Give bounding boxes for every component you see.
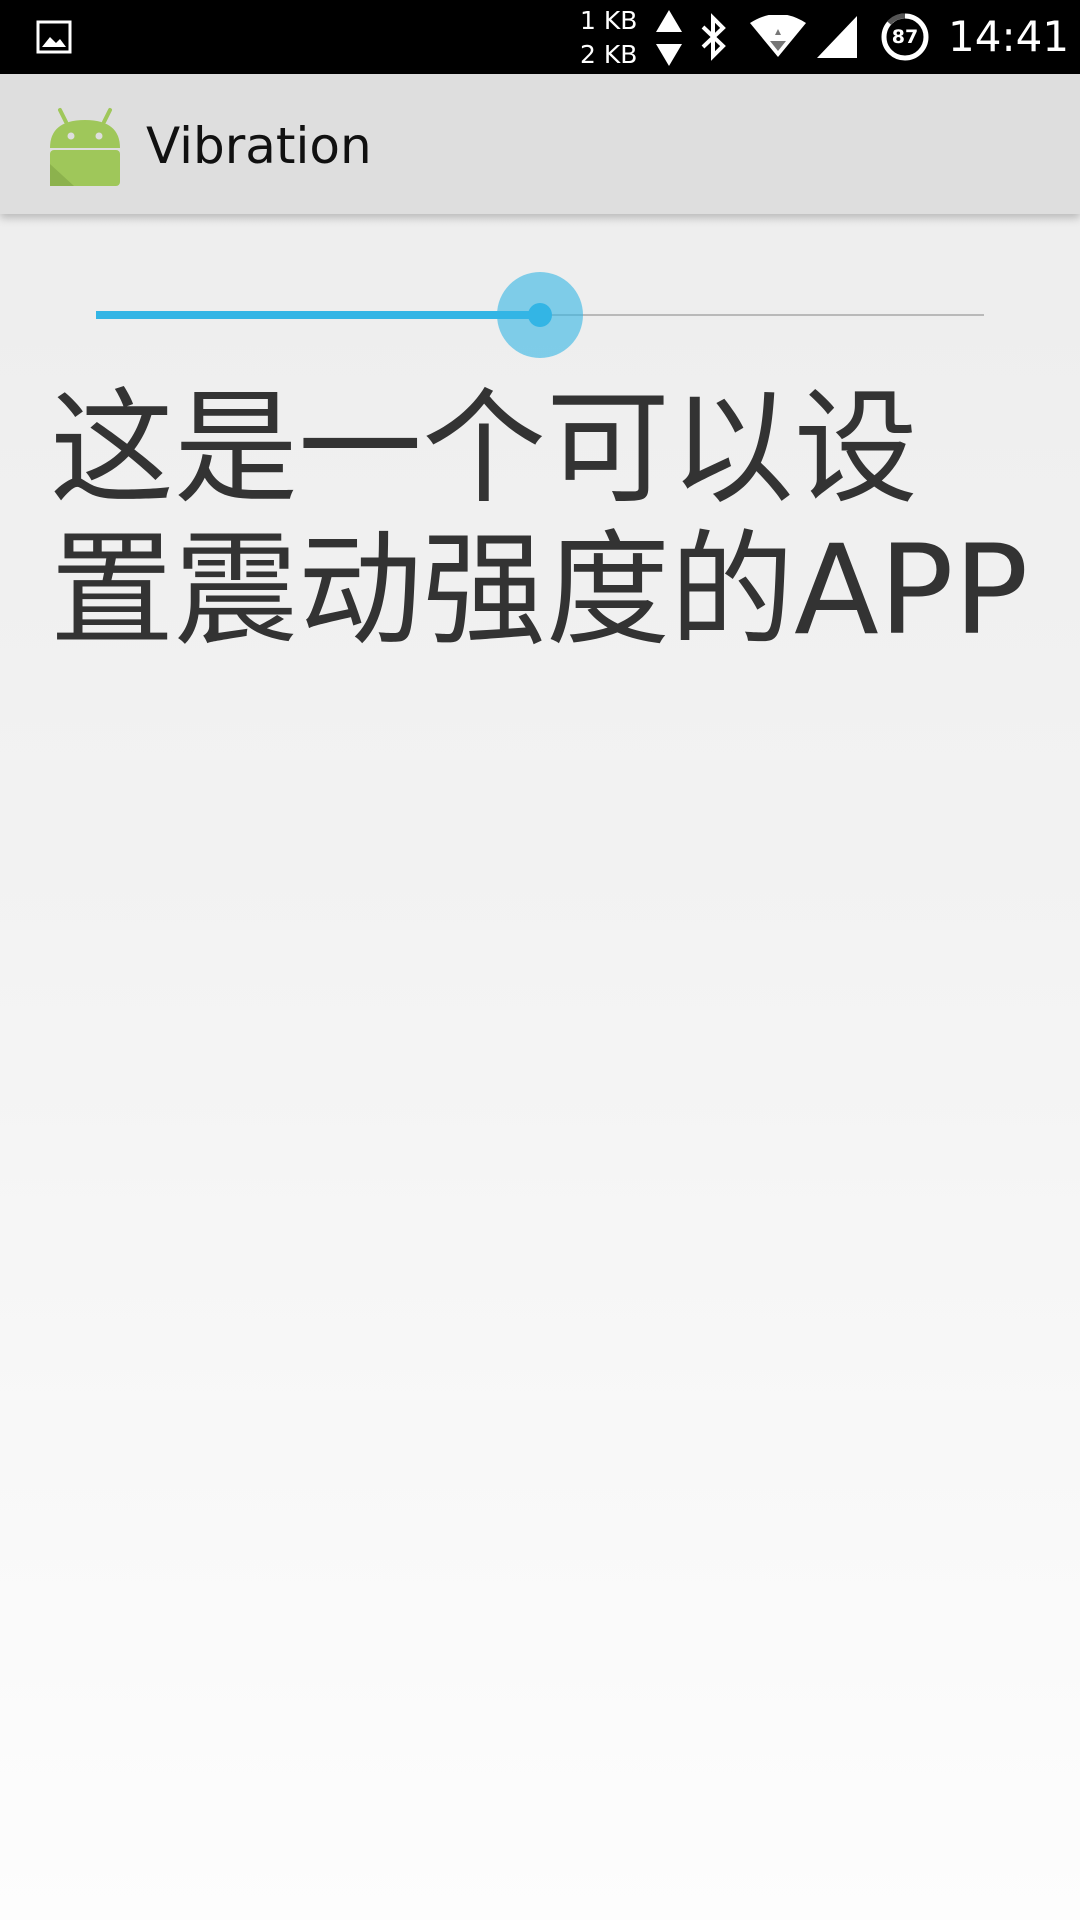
download-rate: 2 KB	[580, 40, 638, 69]
vibration-strength-seekbar[interactable]	[96, 270, 984, 360]
battery-level: 87	[891, 26, 919, 48]
download-arrow-icon	[654, 42, 684, 72]
description-text: 这是一个可以设置震动强度的APP	[50, 377, 1029, 663]
bluetooth-icon	[697, 13, 731, 65]
seekbar-progress	[96, 311, 540, 319]
upload-rate: 1 KB	[580, 6, 638, 35]
action-bar: Vibration	[0, 74, 1080, 214]
seekbar-thumb[interactable]	[528, 303, 552, 327]
status-bar: 1 KB 2 KB 87 14:41	[0, 0, 1080, 74]
status-time: 14:41	[948, 12, 1070, 61]
upload-arrow-icon	[654, 8, 684, 38]
wifi-icon	[748, 14, 808, 63]
image-icon	[36, 20, 72, 58]
app-title: Vibration	[146, 117, 372, 175]
android-robot-icon	[44, 106, 126, 192]
cell-signal-icon	[815, 14, 859, 64]
screen: 1 KB 2 KB 87 14:41 Vibration 这是一个可以设置震动强…	[0, 0, 1080, 1920]
